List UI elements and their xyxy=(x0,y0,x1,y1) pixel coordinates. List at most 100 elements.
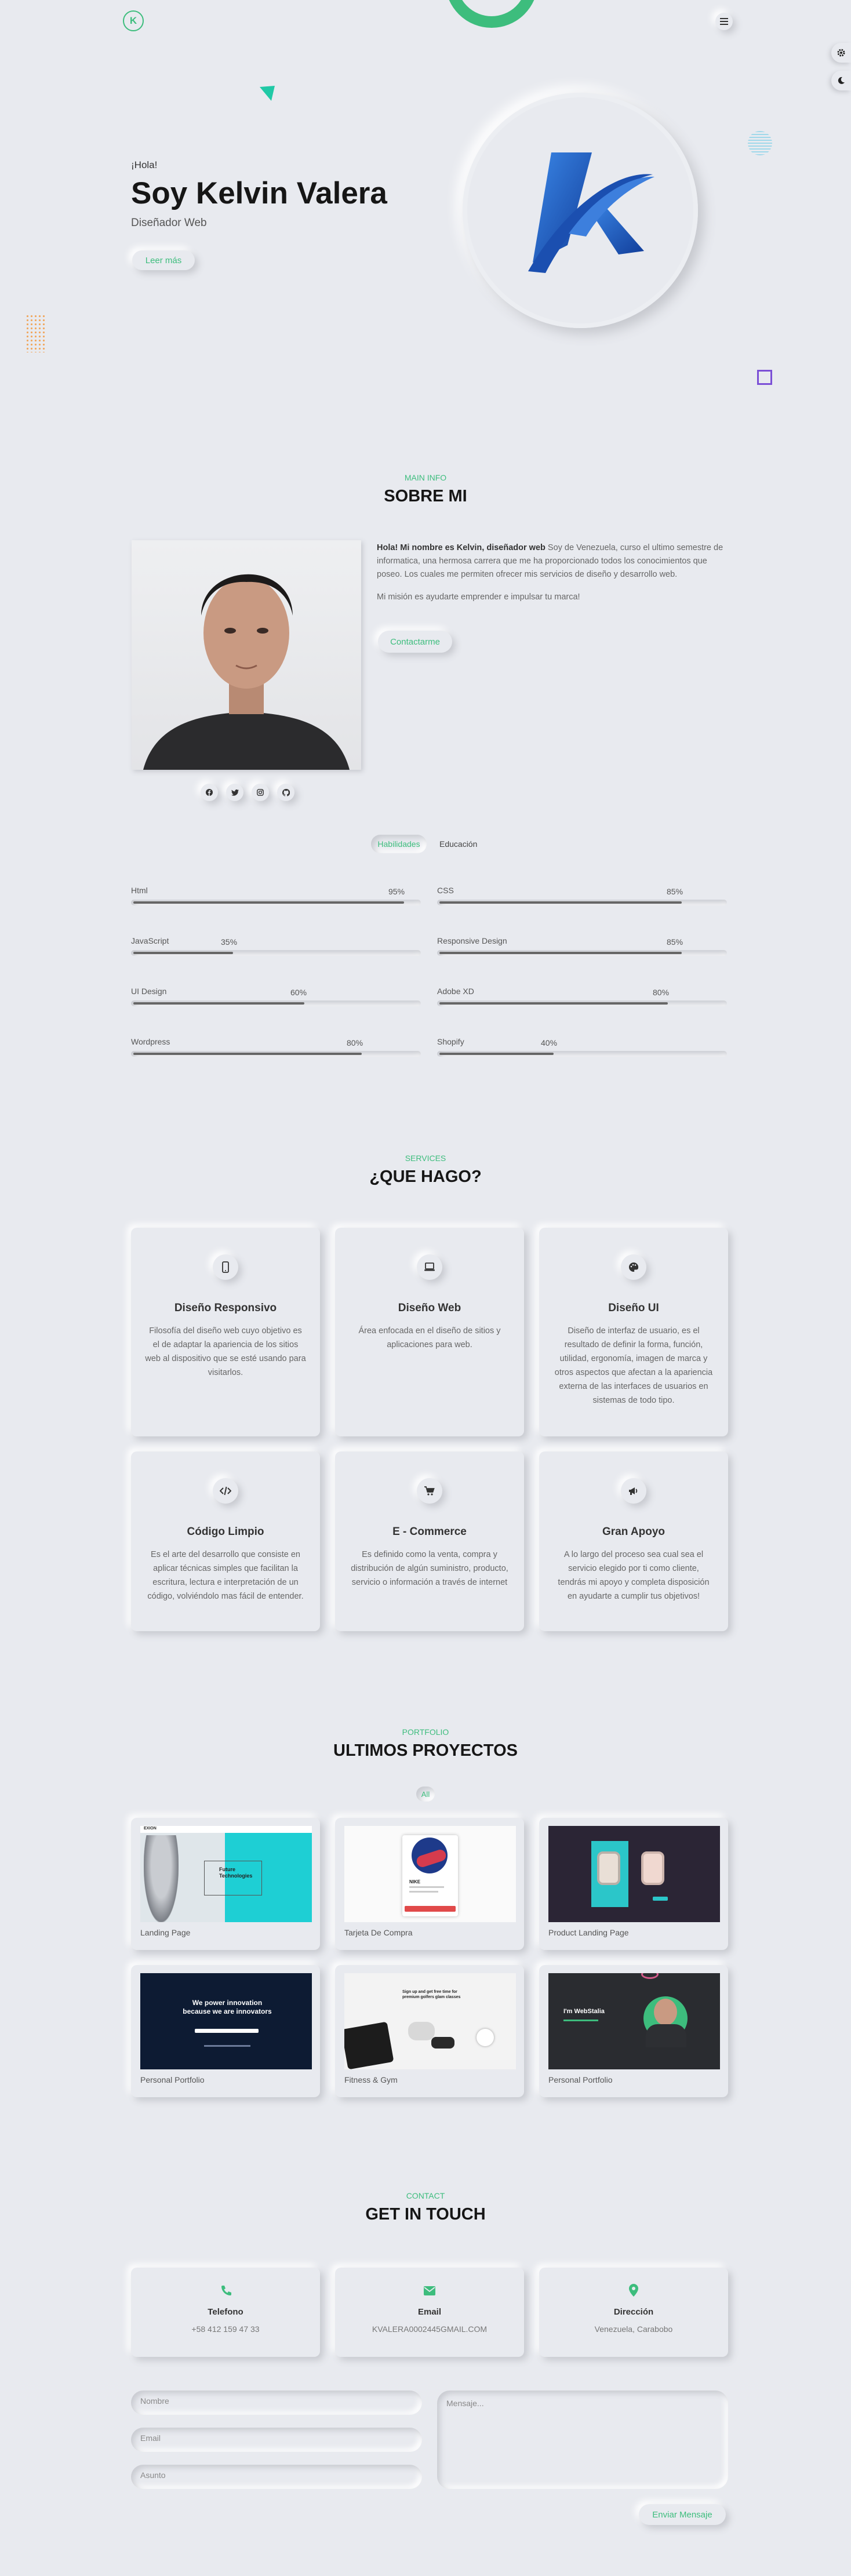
skill-percent: 35% xyxy=(221,937,238,947)
square-outline-decoration xyxy=(757,370,772,385)
hero-role: Diseñador Web xyxy=(131,217,207,229)
gear-icon xyxy=(837,49,845,57)
portfolio-title: ULTIMOS PROYECTOS xyxy=(333,1741,518,1760)
skill-percent: 85% xyxy=(667,887,683,896)
hero-greeting: ¡Hola! xyxy=(131,159,158,170)
skill-name: Shopify xyxy=(437,1037,464,1046)
project-caption: Tarjeta De Compra xyxy=(344,1928,413,1937)
skill-name: JavaScript xyxy=(131,936,169,945)
striped-circle-decoration xyxy=(748,131,772,155)
skill-bar-fill xyxy=(439,1002,668,1005)
instagram-link[interactable] xyxy=(252,784,269,801)
name-field[interactable]: Nombre xyxy=(131,2391,422,2415)
skill-percent: 60% xyxy=(290,988,307,997)
service-title: Diseño Responsivo xyxy=(174,1302,277,1314)
skill-bar-track xyxy=(131,1000,421,1006)
filter-all[interactable]: All xyxy=(416,1787,435,1802)
logo-badge[interactable]: K xyxy=(123,10,144,31)
service-icon-wrap xyxy=(417,1478,442,1504)
contact-label: Email xyxy=(417,2307,442,2317)
skill-bar-fill xyxy=(133,901,404,904)
project-thumbnail: Sign up and get free time for premium go… xyxy=(344,1973,516,2069)
thumb-heading: Sign up and get free time for premium go… xyxy=(402,1990,461,1999)
project-thumbnail: NIKE xyxy=(344,1826,516,1922)
theme-toggle-button[interactable] xyxy=(831,71,851,90)
contact-label: Telefono xyxy=(208,2307,243,2317)
about-paragraph-2: Mi misión es ayudarte emprender e impuls… xyxy=(377,592,580,602)
service-icon-wrap xyxy=(213,1478,238,1504)
portfolio-card[interactable]: Sign up and get free time for premium go… xyxy=(335,1965,524,2097)
contact-value: +58 412 159 47 33 xyxy=(191,2324,260,2334)
envelope-icon xyxy=(424,2286,435,2295)
skill-bar-track xyxy=(437,1051,727,1057)
service-icon-wrap xyxy=(621,1254,646,1280)
portfolio-card[interactable]: I'm WebStalia Personal Portfolio xyxy=(539,1965,728,2097)
skill-name: Responsive Design xyxy=(437,936,507,945)
service-icon-wrap xyxy=(621,1478,646,1504)
services-subtitle: SERVICES xyxy=(405,1154,446,1163)
moon-icon xyxy=(838,77,845,84)
skill-bar-track xyxy=(437,900,727,905)
skill-name: UI Design xyxy=(131,987,167,996)
k-logo-icon xyxy=(528,152,654,273)
thumb-heading: NIKE xyxy=(409,1879,421,1884)
twitter-link[interactable] xyxy=(226,784,243,801)
portfolio-card[interactable]: Product Landing Page xyxy=(539,1818,728,1950)
skill-percent: 40% xyxy=(541,1038,558,1047)
profile-photo xyxy=(132,540,361,770)
portfolio-card[interactable]: NIKE Tarjeta De Compra xyxy=(335,1818,524,1950)
github-link[interactable] xyxy=(277,784,294,801)
service-card: Código Limpio Es el arte del desarrollo q… xyxy=(131,1451,320,1631)
portfolio-card[interactable]: We power innovation because we are innov… xyxy=(131,1965,320,2097)
skill-item: JavaScript 35% xyxy=(131,936,421,959)
cart-icon xyxy=(424,1486,435,1496)
portfolio-card[interactable]: EXION Future Technologies Landing Page xyxy=(131,1818,320,1950)
project-thumbnail: EXION Future Technologies xyxy=(140,1826,312,1922)
email-field[interactable]: Email xyxy=(131,2428,422,2452)
skill-bar-track xyxy=(131,950,421,956)
subject-field[interactable]: Asunto xyxy=(131,2465,422,2489)
service-card: Diseño UI Diseño de interfaz de usuario, … xyxy=(539,1228,728,1436)
project-thumbnail xyxy=(548,1826,720,1922)
tab-skills[interactable]: Habilidades xyxy=(371,835,427,853)
dots-decoration xyxy=(26,314,46,352)
service-title: Gran Apoyo xyxy=(602,1526,665,1538)
mobile-icon xyxy=(222,1261,229,1273)
skill-percent: 80% xyxy=(347,1038,363,1047)
settings-button[interactable] xyxy=(831,43,851,63)
read-more-button[interactable]: Leer más xyxy=(132,250,195,270)
contact-me-button[interactable]: Contactarme xyxy=(378,631,452,653)
skill-bar-track xyxy=(437,1000,727,1006)
service-title: E - Commerce xyxy=(392,1526,467,1538)
skill-name: CSS xyxy=(437,886,454,895)
logo-letter: K xyxy=(129,15,137,26)
service-description: Es definido como la venta, compra y dist… xyxy=(351,1550,508,1587)
service-title: Código Limpio xyxy=(187,1526,264,1538)
service-description: A lo largo del proceso sea cual sea el s… xyxy=(558,1550,710,1601)
contact-value: Venezuela, Carabobo xyxy=(594,2324,673,2334)
skill-item: UI Design 60% xyxy=(131,987,421,1010)
project-caption: Personal Portfolio xyxy=(140,2075,205,2084)
facebook-link[interactable] xyxy=(201,784,218,801)
skill-item: Wordpress 80% xyxy=(131,1037,421,1060)
subject-field-placeholder: Asunto xyxy=(140,2471,166,2480)
contact-card-email: Email KVALERA0002445GMAIL.COM xyxy=(335,2268,524,2357)
triangle-decoration xyxy=(260,86,275,101)
top-ring-decoration xyxy=(445,0,538,28)
skill-percent: 85% xyxy=(667,937,683,947)
message-field[interactable]: Mensaje... xyxy=(437,2391,728,2489)
phone-icon xyxy=(221,2286,231,2295)
menu-button[interactable] xyxy=(715,13,733,30)
service-card: E - Commerce Es definido como la venta, c… xyxy=(335,1451,524,1631)
skill-bar-fill xyxy=(439,1053,554,1055)
contact-subtitle: CONTACT xyxy=(406,2191,445,2200)
contact-title: GET IN TOUCH xyxy=(365,2205,486,2224)
skill-item: Html 95% xyxy=(131,886,421,909)
thumb-brand: EXION xyxy=(144,1827,157,1831)
map-pin-icon xyxy=(629,2284,638,2297)
tab-education[interactable]: Educación xyxy=(439,839,477,849)
email-field-placeholder: Email xyxy=(140,2433,161,2443)
service-card: Diseño Responsivo Filosofía del diseño we… xyxy=(131,1228,320,1436)
skill-item: Adobe XD 80% xyxy=(437,987,727,1010)
send-message-button[interactable]: Enviar Mensaje xyxy=(639,2504,726,2525)
